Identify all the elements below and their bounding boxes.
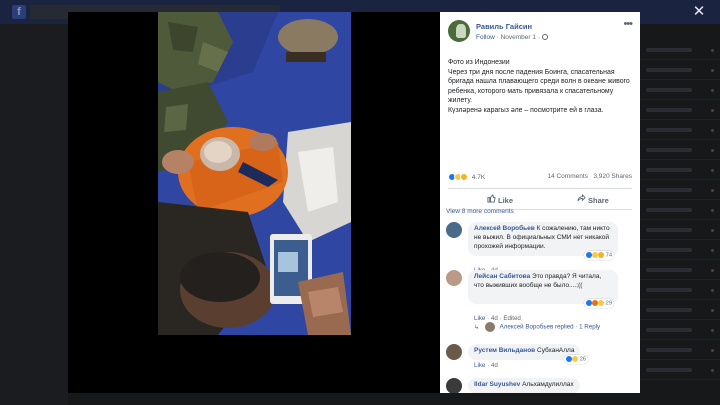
commenter-avatar[interactable] xyxy=(446,378,462,393)
comment-reactions[interactable]: 29 xyxy=(584,299,615,308)
background-sidebar-row xyxy=(640,280,720,300)
background-sidebar-row xyxy=(640,220,720,240)
background-sidebar xyxy=(640,40,720,405)
reaction-icons[interactable] xyxy=(448,173,468,181)
globe-icon xyxy=(541,34,548,41)
background-sidebar-row xyxy=(640,140,720,160)
post-text-line: Күзләренә карагыз әле – посмотрите ей в … xyxy=(448,106,604,114)
comment-actions: Like · 4d · Edited xyxy=(474,315,521,322)
post-text-line: Фото из Индонезии xyxy=(448,59,510,66)
post-date[interactable]: November 1 xyxy=(501,34,536,41)
meta-separator: · xyxy=(487,362,490,369)
author-avatar[interactable] xyxy=(448,20,470,42)
post-text: Фото из Индонезии Через три дня после па… xyxy=(448,58,636,116)
post-header: Равиль Гайсин Follow · November 1 · ••• xyxy=(440,12,640,48)
edited-label[interactable]: Edited xyxy=(503,315,521,322)
close-viewer-button[interactable]: ✕ xyxy=(690,3,708,21)
comment-time[interactable]: 4d xyxy=(491,315,498,322)
thumbs-up-icon xyxy=(486,194,496,205)
comment-like-link[interactable]: Like xyxy=(474,315,485,322)
view-replies-link[interactable]: ↳ Алексей Воробьев replied · 1 Reply xyxy=(474,322,600,332)
meta-separator: · xyxy=(487,315,490,322)
commenter-avatar[interactable] xyxy=(446,222,462,238)
commenter-avatar[interactable] xyxy=(446,270,462,286)
reply-verb: replied xyxy=(555,323,574,331)
background-sidebar-row xyxy=(640,240,720,260)
comment-reaction-count: 26 xyxy=(579,356,587,363)
share-button[interactable]: Share xyxy=(576,193,609,205)
comment-like-link[interactable]: Like xyxy=(474,362,485,369)
more-options-button[interactable]: ••• xyxy=(623,18,633,30)
comment-time[interactable]: 4d xyxy=(491,362,498,369)
share-button-label: Share xyxy=(588,196,609,205)
commenter-name[interactable]: Лейсан Сабитова xyxy=(474,273,530,280)
background-sidebar-row xyxy=(640,360,720,380)
comment-reaction-count: 29 xyxy=(605,300,613,307)
rescue-photo-illustration xyxy=(158,12,351,335)
replier-name: Алексей Воробьев xyxy=(499,323,554,331)
follow-link[interactable]: Follow xyxy=(476,34,495,41)
shares-count[interactable]: 3,920 Shares xyxy=(593,173,632,180)
commenter-name[interactable]: Алексей Воробьев xyxy=(474,225,535,232)
background-sidebar-row xyxy=(640,80,720,100)
background-feed-area xyxy=(0,24,68,405)
background-sidebar-row xyxy=(640,100,720,120)
meta-separator: · xyxy=(496,34,499,41)
commenter-name[interactable]: Ildar Suyushev xyxy=(474,381,520,388)
post-meta: Follow · November 1 · xyxy=(476,34,548,41)
post-side-panel: Равиль Гайсин Follow · November 1 · ••• … xyxy=(440,12,640,393)
wow-reaction-icon xyxy=(598,252,604,258)
post-actions: Like Share xyxy=(448,188,632,210)
comment-reactions[interactable]: 26 xyxy=(564,355,589,364)
reactions-count[interactable]: 4.7K xyxy=(472,174,485,181)
background-sidebar-row xyxy=(640,260,720,280)
post-text-line: Через три дня после падения Боинга, спас… xyxy=(448,68,630,105)
share-arrow-icon xyxy=(576,193,586,205)
facebook-logo: f xyxy=(12,5,26,19)
post-stats: 4.7K 14 Comments 3,920 Shares xyxy=(448,173,632,185)
reply-arrow-icon: ↳ xyxy=(474,323,480,331)
background-sidebar-row xyxy=(640,200,720,220)
like-button-label: Like xyxy=(498,196,514,205)
background-sidebar-row xyxy=(640,180,720,200)
post-photo[interactable] xyxy=(158,12,351,335)
replier-avatar xyxy=(484,322,495,332)
background-sidebar-row xyxy=(640,40,720,60)
wow-reaction-icon xyxy=(460,173,468,181)
sad-reaction-icon xyxy=(598,300,604,306)
comment-text: СубханАлла xyxy=(537,347,575,354)
background-sidebar-row xyxy=(640,340,720,360)
commenter-name[interactable]: Рустем Вильданов xyxy=(474,347,535,354)
background-sidebar-row xyxy=(640,60,720,80)
background-sidebar-row xyxy=(640,300,720,320)
meta-separator: · xyxy=(499,315,502,322)
comment-actions: Like · 4d xyxy=(474,362,498,369)
author-name-link[interactable]: Равиль Гайсин xyxy=(476,22,532,31)
comment-reactions[interactable]: 74 xyxy=(584,251,615,260)
photo-stage[interactable] xyxy=(68,12,440,393)
background-sidebar-row xyxy=(640,120,720,140)
comment-bubble: Ildar Suyushev Альхамдулиллах xyxy=(468,378,580,393)
background-sidebar-row xyxy=(640,320,720,340)
reply-count: 1 Reply xyxy=(579,323,601,331)
view-more-comments-link[interactable]: View 8 more comments xyxy=(446,208,514,215)
sad-reaction-icon xyxy=(572,356,578,362)
meta-separator: · xyxy=(575,323,578,331)
comments-count[interactable]: 14 Comments xyxy=(547,173,587,180)
comment-reaction-count: 74 xyxy=(605,252,613,259)
comment-text: Альхамдулиллах xyxy=(522,381,574,388)
background-sidebar-row xyxy=(640,160,720,180)
commenter-avatar[interactable] xyxy=(446,344,462,360)
like-button[interactable]: Like xyxy=(486,194,513,205)
meta-separator: · xyxy=(537,34,540,41)
